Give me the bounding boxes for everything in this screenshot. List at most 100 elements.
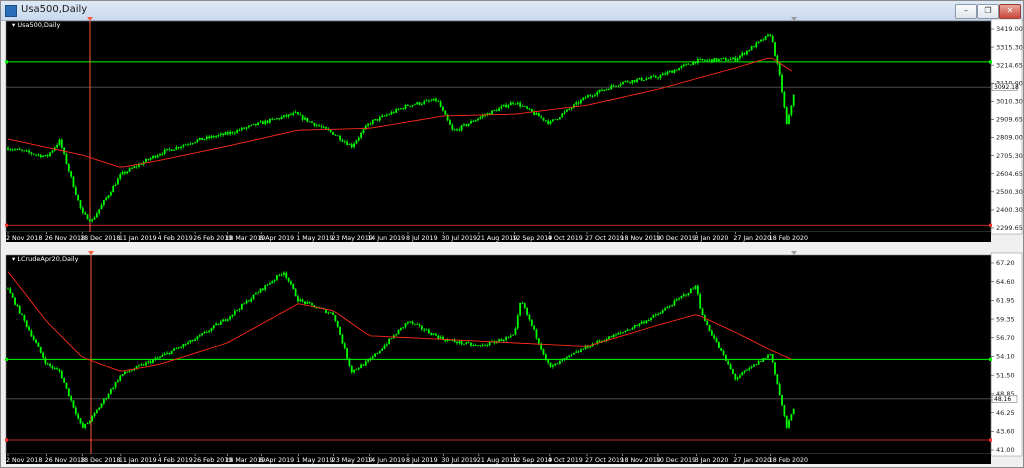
candle-body — [212, 325, 215, 329]
candle-body — [575, 102, 578, 105]
candle-body — [219, 321, 222, 325]
candle-body — [198, 335, 201, 337]
candle-body — [208, 136, 211, 138]
panel-collapse-triangle-icon[interactable] — [791, 251, 797, 255]
candle-body — [53, 368, 56, 369]
x-tick-label: 10 Dec 2019 — [656, 235, 696, 242]
candle-body — [233, 310, 236, 315]
candle-body — [601, 89, 603, 91]
level-handle-left[interactable] — [5, 60, 8, 64]
vertical-marker-handle[interactable] — [87, 17, 93, 21]
candle-body — [406, 104, 409, 106]
candle-body — [589, 95, 592, 97]
candle-body — [467, 342, 470, 344]
candle-body — [299, 114, 302, 116]
y-tick-label: 2809.00 — [996, 134, 1023, 142]
candle-body — [692, 288, 695, 290]
candle-body — [367, 360, 370, 362]
candle-body — [93, 217, 96, 220]
candle-body — [371, 356, 374, 359]
x-tick-label: 8 Apr 2019 — [259, 457, 294, 464]
bottom-handle-left[interactable] — [5, 223, 8, 227]
candle-body — [776, 55, 779, 64]
candle-body — [453, 129, 456, 131]
candle-body — [523, 106, 526, 107]
candle-body — [7, 288, 9, 290]
bottom-handle-right[interactable] — [989, 223, 992, 227]
candle-body — [32, 336, 35, 340]
x-tick-label: 1 May 2019 — [296, 235, 333, 242]
candle-body — [95, 409, 98, 413]
candle-body — [180, 346, 182, 348]
candle-body — [741, 52, 744, 56]
bottom-handle-left[interactable] — [5, 438, 8, 442]
candle-body — [283, 272, 285, 275]
candle-body — [23, 150, 26, 152]
candle-body — [687, 63, 690, 65]
panel-collapse-triangle-icon[interactable] — [791, 17, 797, 21]
candle-body — [596, 92, 599, 96]
candle-body — [678, 298, 681, 300]
candle-body — [168, 148, 171, 150]
chart-panel-1[interactable]: ▾ Usa500,Daily3419.003315.303214.653110.… — [5, 17, 1023, 242]
chart-panel-2[interactable]: ▾ LCrudeApr20,Daily 67.20 64.60 61.95 59.35 5… — [5, 251, 1023, 464]
candle-body — [95, 213, 98, 218]
candle-body — [521, 106, 524, 107]
candle-body — [348, 358, 351, 366]
candle-body — [81, 207, 84, 213]
candle-body — [322, 126, 325, 128]
x-tick-label: 21 Aug 2019 — [477, 457, 517, 464]
candle-body — [741, 372, 744, 376]
candle-body — [91, 219, 94, 222]
candle-body — [11, 149, 14, 151]
candle-body — [327, 312, 330, 314]
candle-body — [477, 345, 479, 347]
candle-body — [530, 319, 533, 326]
candle-body — [30, 152, 33, 154]
candle-body — [748, 50, 751, 52]
candle-body — [273, 279, 276, 282]
candle-body — [636, 325, 638, 326]
candle-body — [699, 294, 702, 309]
candle-body — [769, 354, 772, 356]
y-tick-label: 56.70 — [996, 334, 1015, 342]
candle-body — [196, 139, 199, 143]
bottom-handle-right[interactable] — [989, 438, 992, 442]
candle-body — [687, 293, 690, 296]
candle-body — [177, 347, 180, 349]
candle-body — [456, 129, 458, 131]
charts-canvas[interactable]: ▾ Usa500,Daily3419.003315.303214.653110.… — [0, 0, 1024, 468]
candle-body — [771, 354, 774, 363]
level-handle-right[interactable] — [989, 60, 992, 64]
y-tick-label: 67.20 — [996, 259, 1015, 267]
candle-body — [713, 335, 716, 339]
candle-body — [360, 364, 363, 369]
plot-area[interactable] — [5, 254, 992, 455]
candle-body — [21, 149, 23, 151]
candle-body — [297, 296, 299, 302]
level-handle-left[interactable] — [5, 357, 8, 361]
candle-body — [25, 320, 28, 327]
candle-body — [336, 320, 339, 327]
candle-body — [633, 80, 636, 82]
candle-body — [238, 130, 241, 131]
candle-body — [605, 88, 608, 90]
candle-body — [135, 166, 138, 168]
candle-body — [771, 35, 774, 43]
candle-body — [39, 154, 42, 158]
candle-body — [378, 117, 381, 121]
y-tick-label: 2299.65 — [996, 224, 1023, 232]
candle-body — [203, 331, 206, 334]
x-tick-label: 30 Jul 2019 — [441, 235, 477, 242]
candle-body — [549, 362, 552, 367]
candle-body — [360, 132, 363, 138]
candle-body — [610, 336, 613, 338]
candle-body — [425, 329, 428, 331]
plot-area[interactable] — [5, 20, 992, 233]
vertical-marker-handle[interactable] — [88, 251, 94, 255]
x-tick-label: 2 Nov 2018 — [6, 457, 42, 464]
candle-body — [680, 66, 683, 68]
candle-body — [67, 163, 70, 172]
level-handle-right[interactable] — [989, 357, 992, 361]
candle-body — [760, 39, 762, 42]
